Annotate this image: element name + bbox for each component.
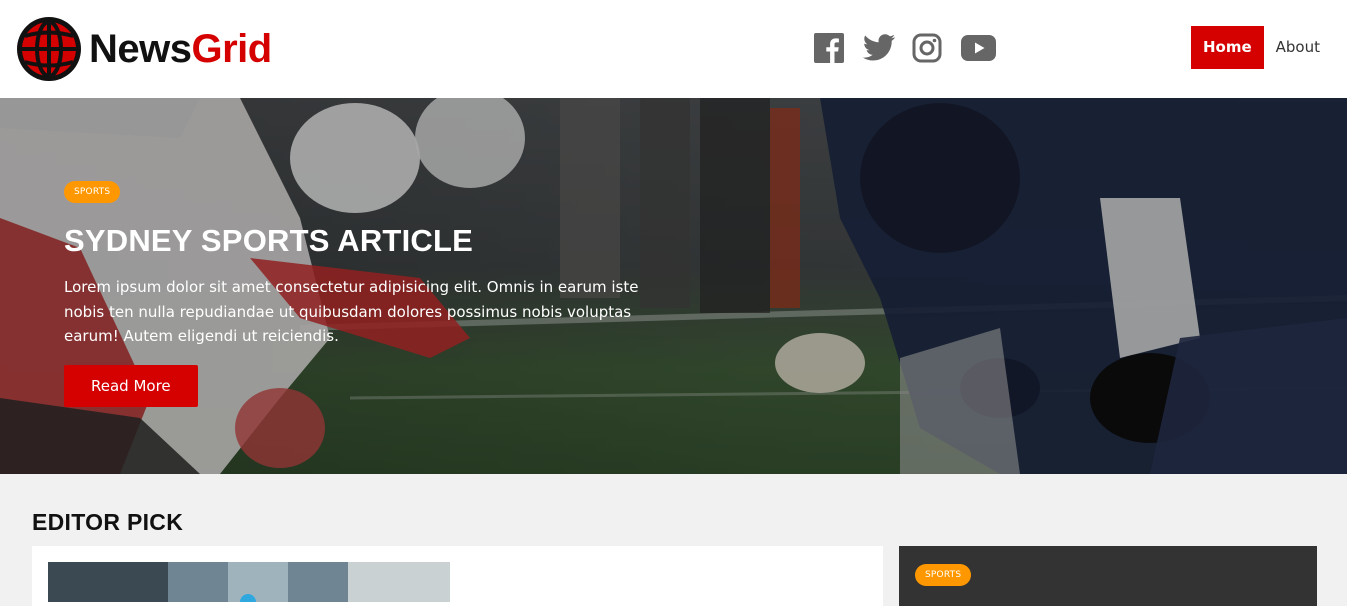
category-badge[interactable]: SPORTS [64,181,121,203]
main-nav: Home About [1190,26,1332,69]
article-thumbnail[interactable] [48,562,450,602]
youtube-icon[interactable] [961,31,1010,64]
instagram-icon[interactable] [912,31,961,64]
hero-title: SYDNEY SPORTS ARTICLE [64,223,473,258]
social-links [814,31,1010,64]
brand-name: NewsGrid [89,29,272,69]
facebook-icon[interactable] [814,31,863,64]
brand-name-part2: Grid [191,27,273,71]
hero-excerpt: Lorem ipsum dolor sit amet consectetur a… [64,278,639,345]
read-more-button[interactable]: Read More [64,364,198,407]
hero-content: SPORTS SYDNEY SPORTS ARTICLE Lorem ipsum… [64,181,674,407]
editor-pick-card-main[interactable] [32,546,883,606]
thumbnail-image [48,562,450,602]
brand-name-part1: News [89,27,192,71]
nav-item-home[interactable]: Home [1190,26,1264,69]
hero-banner: SPORTS SYDNEY SPORTS ARTICLE Lorem ipsum… [0,98,1347,474]
category-badge-side[interactable]: SPORTS [915,564,972,586]
nav-item-about[interactable]: About [1264,26,1332,69]
site-logo[interactable]: NewsGrid [15,14,272,84]
twitter-icon[interactable] [863,31,912,64]
site-header: NewsGrid Home About [0,0,1347,98]
section-title-editor-pick: EDITOR PICK [32,509,184,535]
editor-pick-card-side[interactable]: SPORTS [899,546,1317,606]
globe-logo-icon [17,17,81,81]
